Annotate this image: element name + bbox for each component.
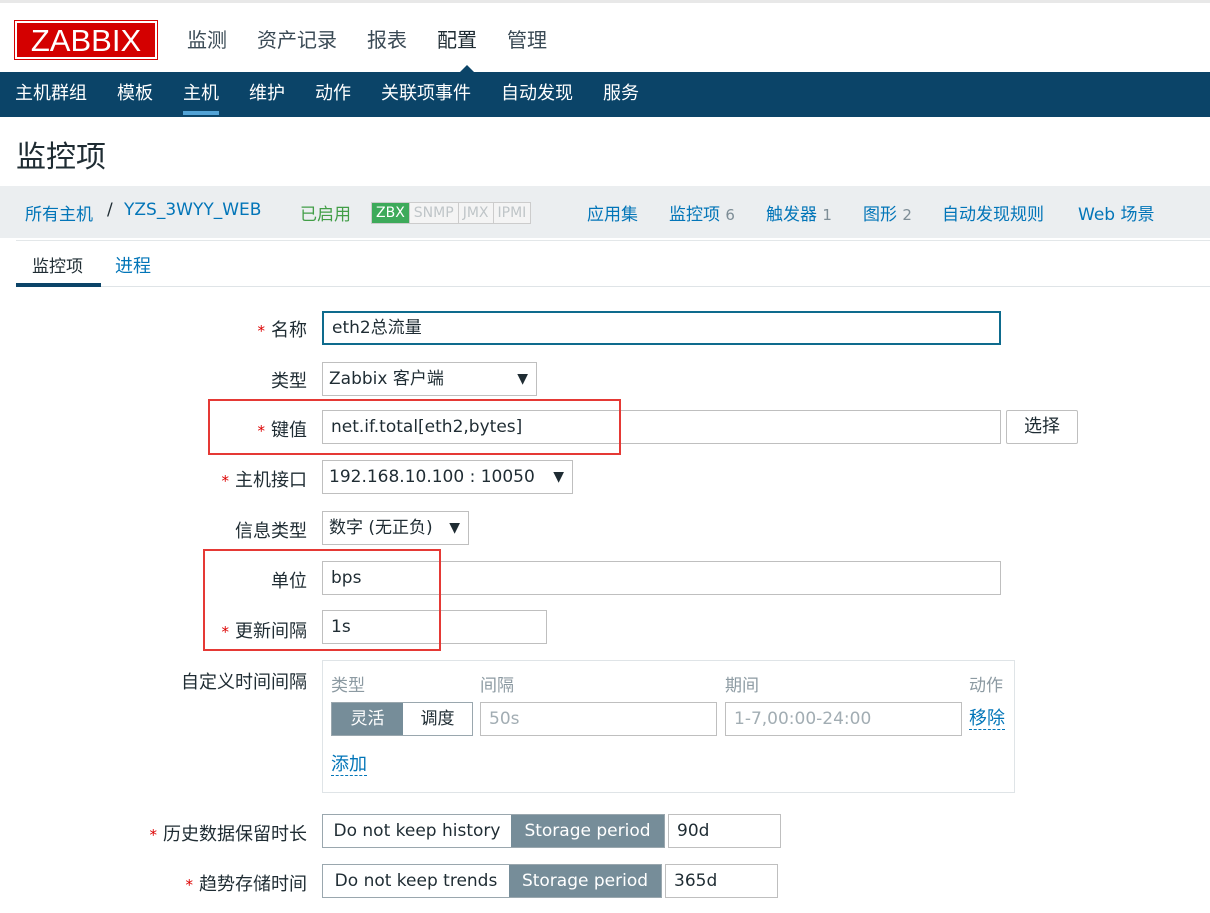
interface-select-value: 192.168.10.100 : 10050 [329, 467, 535, 487]
interface-select[interactable]: 192.168.10.100 : 10050 ▼ [322, 460, 573, 494]
col-type: 类型 [331, 676, 365, 696]
graphs-label: 图形 [863, 205, 897, 225]
custom-intervals-table: 类型 间隔 期间 动作 灵活 调度 50s 1-7,00:00-24:00 移除… [322, 660, 1015, 793]
breadcrumb-web-scenarios[interactable]: Web 场景 [1078, 200, 1154, 225]
submenu-hosts[interactable]: 主机 [183, 72, 219, 117]
flexible-option[interactable]: 灵活 [332, 703, 403, 735]
breadcrumb-all-hosts[interactable]: 所有主机 [25, 200, 93, 225]
menu-configuration[interactable]: 配置 [437, 25, 477, 55]
submenu-host-groups[interactable]: 主机群组 [15, 72, 87, 117]
interface-label: * 主机接口 [222, 466, 308, 492]
col-action: 动作 [969, 676, 1003, 696]
breadcrumb-graphs[interactable]: 图形 2 [863, 200, 912, 225]
breadcrumb-host[interactable]: YZS_3WYY_WEB [124, 200, 261, 220]
trends-period-input[interactable]: 365d [665, 864, 778, 898]
name-label-text: 名称 [271, 320, 307, 341]
trends-mode-toggle: Do not keep trends Storage period [322, 864, 662, 898]
custom-period-input[interactable]: 1-7,00:00-24:00 [725, 702, 962, 736]
history-storage-option[interactable]: Storage period [511, 815, 664, 847]
scheduling-option[interactable]: 调度 [403, 703, 472, 735]
page-title: 监控项 [16, 140, 106, 175]
required-mark: * [257, 322, 266, 340]
highlight-box-key [208, 399, 621, 455]
submenu-services[interactable]: 服务 [603, 72, 639, 117]
graphs-count: 2 [902, 206, 912, 224]
interface-label-text: 主机接口 [235, 470, 307, 491]
trends-label: * 趋势存储时间 [186, 870, 308, 896]
menu-inventory[interactable]: 资产记录 [257, 25, 337, 55]
chevron-down-icon: ▼ [517, 371, 528, 387]
submenu-maintenance[interactable]: 维护 [249, 72, 285, 117]
trends-no-keep-option[interactable]: Do not keep trends [323, 865, 509, 897]
chevron-down-icon: ▼ [449, 520, 460, 536]
type-select[interactable]: Zabbix 客户端 ▼ [322, 362, 537, 396]
badge-zbx: ZBX [372, 203, 410, 223]
remove-interval-link[interactable]: 移除 [969, 709, 1005, 730]
name-label: * 名称 [258, 316, 308, 342]
breadcrumb-applications[interactable]: 应用集 [587, 200, 638, 225]
menu-reports[interactable]: 报表 [367, 25, 407, 55]
history-mode-toggle: Do not keep history Storage period [322, 814, 665, 848]
availability-badges: ZBX SNMP JMX IPMI [371, 202, 532, 224]
history-no-keep-option[interactable]: Do not keep history [323, 815, 511, 847]
triggers-count: 1 [822, 206, 832, 224]
breadcrumb-triggers[interactable]: 触发器 1 [766, 200, 832, 225]
logo-text: ZABBIX [30, 23, 142, 58]
top-header: ZABBIX 监测 资产记录 报表 配置 管理 [0, 0, 1210, 75]
type-select-value: Zabbix 客户端 [329, 369, 444, 389]
menu-administration[interactable]: 管理 [507, 25, 547, 55]
triggers-label: 触发器 [766, 205, 817, 225]
trends-storage-option[interactable]: Storage period [509, 865, 661, 897]
info-type-label: 信息类型 [235, 521, 307, 542]
submenu-templates[interactable]: 模板 [117, 72, 153, 117]
submenu-discovery[interactable]: 自动发现 [501, 72, 573, 117]
history-label-text: 历史数据保留时长 [163, 824, 307, 845]
badge-snmp: SNMP [409, 203, 459, 223]
submenu-correlation[interactable]: 关联项事件 [381, 72, 471, 117]
tab-preprocessing[interactable]: 进程 [115, 252, 151, 278]
custom-intervals-label: 自定义时间间隔 [181, 672, 307, 693]
custom-interval-input[interactable]: 50s [480, 702, 717, 736]
trends-label-text: 趋势存储时间 [199, 874, 307, 895]
history-period-input[interactable]: 90d [668, 814, 781, 848]
tab-item[interactable]: 监控项 [16, 252, 101, 287]
badge-ipmi: IPMI [493, 203, 531, 223]
info-type-select-value: 数字 (无正负) [329, 518, 433, 538]
add-interval-link[interactable]: 添加 [331, 755, 367, 776]
breadcrumb-discovery-rules[interactable]: 自动发现规则 [942, 200, 1044, 225]
name-input[interactable]: eth2总流量 [322, 311, 1001, 345]
badge-jmx: JMX [458, 203, 494, 223]
col-period: 期间 [725, 676, 759, 696]
submenu-actions[interactable]: 动作 [315, 72, 351, 117]
required-mark: * [185, 876, 194, 894]
highlight-box-units-interval [203, 549, 441, 651]
col-interval: 间隔 [480, 676, 514, 696]
select-key-button[interactable]: 选择 [1006, 410, 1078, 444]
host-status[interactable]: 已启用 [300, 200, 351, 225]
main-menu: 监测 资产记录 报表 配置 管理 [172, 25, 562, 55]
items-label: 监控项 [669, 205, 720, 225]
interval-type-toggle: 灵活 调度 [331, 702, 473, 736]
breadcrumb-separator: / [107, 200, 113, 220]
breadcrumb-items[interactable]: 监控项 6 [669, 200, 735, 225]
type-label: 类型 [271, 371, 307, 392]
menu-monitoring[interactable]: 监测 [187, 25, 227, 55]
items-count: 6 [725, 206, 735, 224]
history-label: * 历史数据保留时长 [150, 820, 308, 846]
breadcrumb: 所有主机 / YZS_3WYY_WEB 已启用 应用集 监控项 6 触发器 1 … [0, 186, 1210, 414]
form-tabs: 监控项 进程 [16, 244, 1210, 287]
info-type-select[interactable]: 数字 (无正负) ▼ [322, 511, 469, 545]
zabbix-logo[interactable]: ZABBIX [14, 20, 158, 60]
required-mark: * [149, 826, 158, 844]
chevron-down-icon: ▼ [553, 469, 564, 485]
required-mark: * [221, 472, 230, 490]
sub-menu: 主机群组 模板 主机 维护 动作 关联项事件 自动发现 服务 [0, 72, 1210, 117]
